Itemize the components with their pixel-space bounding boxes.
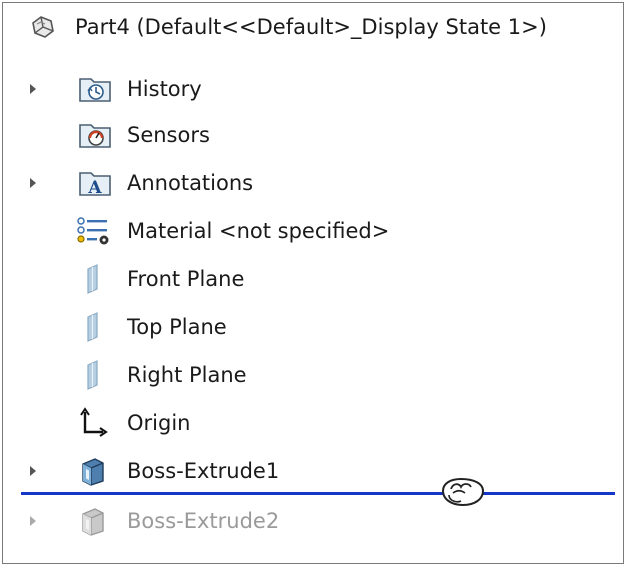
history-folder-icon <box>75 69 115 109</box>
tree-root-part[interactable]: Part4 (Default<<Default>_Display State 1… <box>3 3 623 51</box>
svg-text:A: A <box>87 178 102 198</box>
extrude-icon <box>73 451 113 491</box>
expand-arrow-icon[interactable] <box>25 511 41 531</box>
annotations-folder-icon: A <box>75 163 115 203</box>
tree-item-history[interactable]: History <box>3 65 623 113</box>
tree-item-front-plane[interactable]: Front Plane <box>3 255 623 303</box>
extrude-icon <box>73 501 113 541</box>
top-plane-label: Top Plane <box>127 315 227 339</box>
material-icon <box>73 211 113 251</box>
sensors-folder-icon <box>75 115 115 155</box>
tree-item-top-plane[interactable]: Top Plane <box>3 303 623 351</box>
right-plane-label: Right Plane <box>127 363 247 387</box>
expand-arrow-icon[interactable] <box>25 461 41 481</box>
material-label: Material <not specified> <box>127 219 390 243</box>
rollback-bar[interactable] <box>21 492 615 495</box>
tree-item-boss-extrude1[interactable]: Boss-Extrude1 <box>3 447 623 495</box>
history-label: History <box>127 77 202 101</box>
origin-label: Origin <box>127 411 191 435</box>
origin-icon <box>73 403 113 443</box>
plane-icon <box>73 355 113 395</box>
tree-item-sensors[interactable]: Sensors <box>3 111 623 159</box>
front-plane-label: Front Plane <box>127 267 245 291</box>
tree-item-boss-extrude2[interactable]: Boss-Extrude2 <box>3 497 623 545</box>
tree-item-annotations[interactable]: A Annotations <box>3 159 623 207</box>
plane-icon <box>73 259 113 299</box>
part-icon <box>23 7 63 47</box>
tree-item-material[interactable]: Material <not specified> <box>3 207 623 255</box>
tree-item-origin[interactable]: Origin <box>3 399 623 447</box>
tree-item-right-plane[interactable]: Right Plane <box>3 351 623 399</box>
boss-extrude1-label: Boss-Extrude1 <box>127 459 280 483</box>
expand-arrow-icon[interactable] <box>25 79 41 99</box>
sensors-label: Sensors <box>127 123 210 147</box>
feature-manager-tree: Part4 (Default<<Default>_Display State 1… <box>2 2 624 564</box>
boss-extrude2-label: Boss-Extrude2 <box>127 509 280 533</box>
expand-arrow-icon[interactable] <box>25 173 41 193</box>
root-label: Part4 (Default<<Default>_Display State 1… <box>75 15 547 39</box>
plane-icon <box>73 307 113 347</box>
annotations-label: Annotations <box>127 171 254 195</box>
